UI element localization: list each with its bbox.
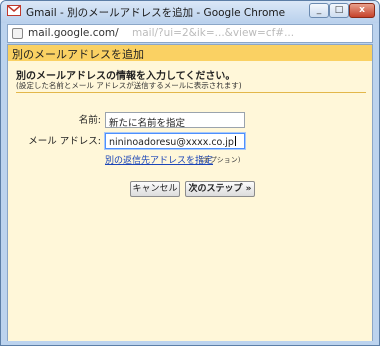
url-text: mail.google.com/ bbox=[28, 27, 119, 39]
dialog-title: 別のメールアドレスを追加 bbox=[12, 48, 144, 61]
dialog-content: 別のメールアドレスを追加 別のメールアドレスの情報を入力してください。 (設定し… bbox=[7, 44, 373, 341]
title-bar: Gmail - 別のメールアドレスを追加 - Google Chrome _ □… bbox=[1, 1, 379, 23]
close-button[interactable]: x bbox=[349, 3, 375, 18]
name-input-value: 新たに名前を指定 bbox=[109, 118, 186, 128]
form-subnote: (設定した名前とメール アドレスが送信するメールに表示されます) bbox=[16, 81, 242, 90]
optional-note: (オプション) bbox=[200, 156, 241, 164]
address-bar[interactable]: mail.google.com/ mail/?ui=2&ik=...&view=… bbox=[7, 24, 373, 43]
gmail-icon bbox=[7, 5, 21, 16]
reply-to-link[interactable]: 別の返信先アドレスを指定 bbox=[105, 153, 213, 166]
email-input[interactable]: nininoadoresu@xxxx.co.jp bbox=[105, 133, 245, 149]
email-input-value: nininoadoresu@xxxx.co.jp bbox=[109, 137, 234, 148]
browser-window: Gmail - 別のメールアドレスを追加 - Google Chrome _ □… bbox=[0, 0, 380, 346]
form-section: 別のメールアドレスの情報を入力してください。 (設定した名前とメール アドレスが… bbox=[8, 61, 372, 341]
url-tail: mail/?ui=2&ik=...&view=cf#... bbox=[132, 27, 295, 39]
window-title: Gmail - 別のメールアドレスを追加 - Google Chrome bbox=[26, 7, 286, 19]
next-step-button[interactable]: 次のステップ » bbox=[185, 181, 255, 197]
divider bbox=[16, 92, 366, 93]
name-label: 名前: bbox=[78, 115, 101, 126]
maximize-button[interactable]: □ bbox=[329, 3, 349, 18]
minimize-button[interactable]: _ bbox=[309, 3, 329, 18]
text-caret bbox=[234, 136, 236, 146]
email-label: メール アドレス: bbox=[28, 136, 101, 147]
page-icon bbox=[12, 28, 23, 39]
name-input[interactable]: 新たに名前を指定 bbox=[105, 112, 245, 128]
dialog-header: 別のメールアドレスを追加 bbox=[8, 45, 372, 61]
cancel-button[interactable]: キャンセル bbox=[130, 181, 180, 197]
